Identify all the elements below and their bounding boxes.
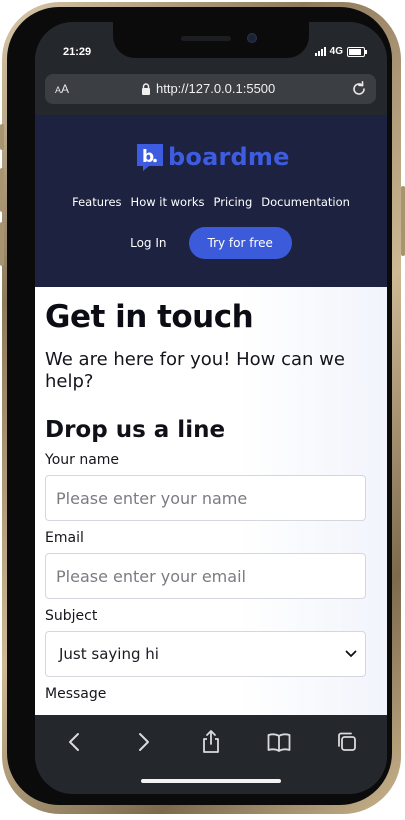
try-for-free-button[interactable]: Try for free: [188, 227, 292, 259]
front-camera: [247, 33, 257, 43]
side-button: [0, 222, 4, 266]
share-icon[interactable]: [198, 729, 224, 755]
address-bar[interactable]: AA http://127.0.0.1:5500: [45, 74, 376, 104]
intro-text: We are here for you! How can we help?: [45, 349, 345, 392]
subject-label: Subject: [45, 608, 98, 624]
reload-icon: [353, 81, 365, 95]
network-type: 4G: [329, 46, 343, 57]
notch: [113, 22, 309, 58]
logo-text: boardme: [168, 143, 290, 171]
url-text: http://127.0.0.1:5500: [156, 81, 276, 96]
nav-pricing[interactable]: Pricing: [213, 195, 252, 209]
bookmarks-icon[interactable]: [266, 729, 292, 755]
side-button: [0, 168, 4, 212]
name-input[interactable]: Please enter your name: [45, 475, 366, 521]
subject-value: Just saying hi: [59, 645, 159, 663]
status-indicators: 4G: [314, 46, 367, 57]
email-label: Email: [45, 530, 84, 546]
home-indicator[interactable]: [141, 779, 281, 783]
email-placeholder: Please enter your email: [56, 566, 246, 586]
reload-button[interactable]: [350, 80, 368, 102]
login-link[interactable]: Log In: [130, 236, 166, 250]
boardme-logo-icon: b: [137, 144, 163, 171]
site-logo[interactable]: b boardme: [135, 142, 290, 172]
back-icon[interactable]: [62, 729, 88, 755]
signal-icon: [314, 47, 326, 56]
nav-features[interactable]: Features: [72, 195, 121, 209]
svg-text:b: b: [142, 147, 154, 167]
side-button: [401, 186, 405, 256]
nav-documentation[interactable]: Documentation: [261, 195, 350, 209]
main-nav: Features How it works Pricing Documentat…: [35, 195, 387, 209]
forward-icon[interactable]: [130, 729, 156, 755]
battery-icon: [347, 46, 367, 57]
tabs-icon[interactable]: [334, 729, 360, 755]
email-input[interactable]: Please enter your email: [45, 553, 366, 599]
phone-screen: 21:29 4G AA http://127.0.0.1:5500 b boar…: [35, 22, 387, 794]
browser-toolbar: [35, 715, 387, 794]
auth-actions: Log In Try for free: [35, 227, 387, 259]
name-label: Your name: [45, 452, 120, 468]
contact-section: Get in touch We are here for you! How ca…: [35, 287, 387, 715]
aa-big: A: [61, 82, 70, 96]
subject-select[interactable]: Just saying hi: [45, 631, 366, 677]
form-title: Drop us a line: [45, 417, 226, 443]
url-display[interactable]: http://127.0.0.1:5500: [141, 81, 275, 96]
message-label: Message: [45, 686, 107, 702]
page-title: Get in touch: [45, 299, 254, 335]
chevron-down-icon: [345, 650, 357, 657]
site-header: b boardme Features How it works Pricing …: [35, 115, 387, 287]
reader-text-size-button[interactable]: AA: [55, 82, 69, 96]
speaker: [181, 36, 231, 41]
phone-bezel: 21:29 4G AA http://127.0.0.1:5500 b boar…: [7, 7, 392, 805]
lock-icon: [142, 82, 150, 95]
side-button: [0, 124, 4, 150]
name-placeholder: Please enter your name: [56, 488, 248, 508]
status-time: 21:29: [63, 46, 92, 58]
web-content: b boardme Features How it works Pricing …: [35, 115, 387, 715]
status-bar: 21:29 4G: [35, 22, 387, 70]
nav-how-it-works[interactable]: How it works: [131, 195, 205, 209]
